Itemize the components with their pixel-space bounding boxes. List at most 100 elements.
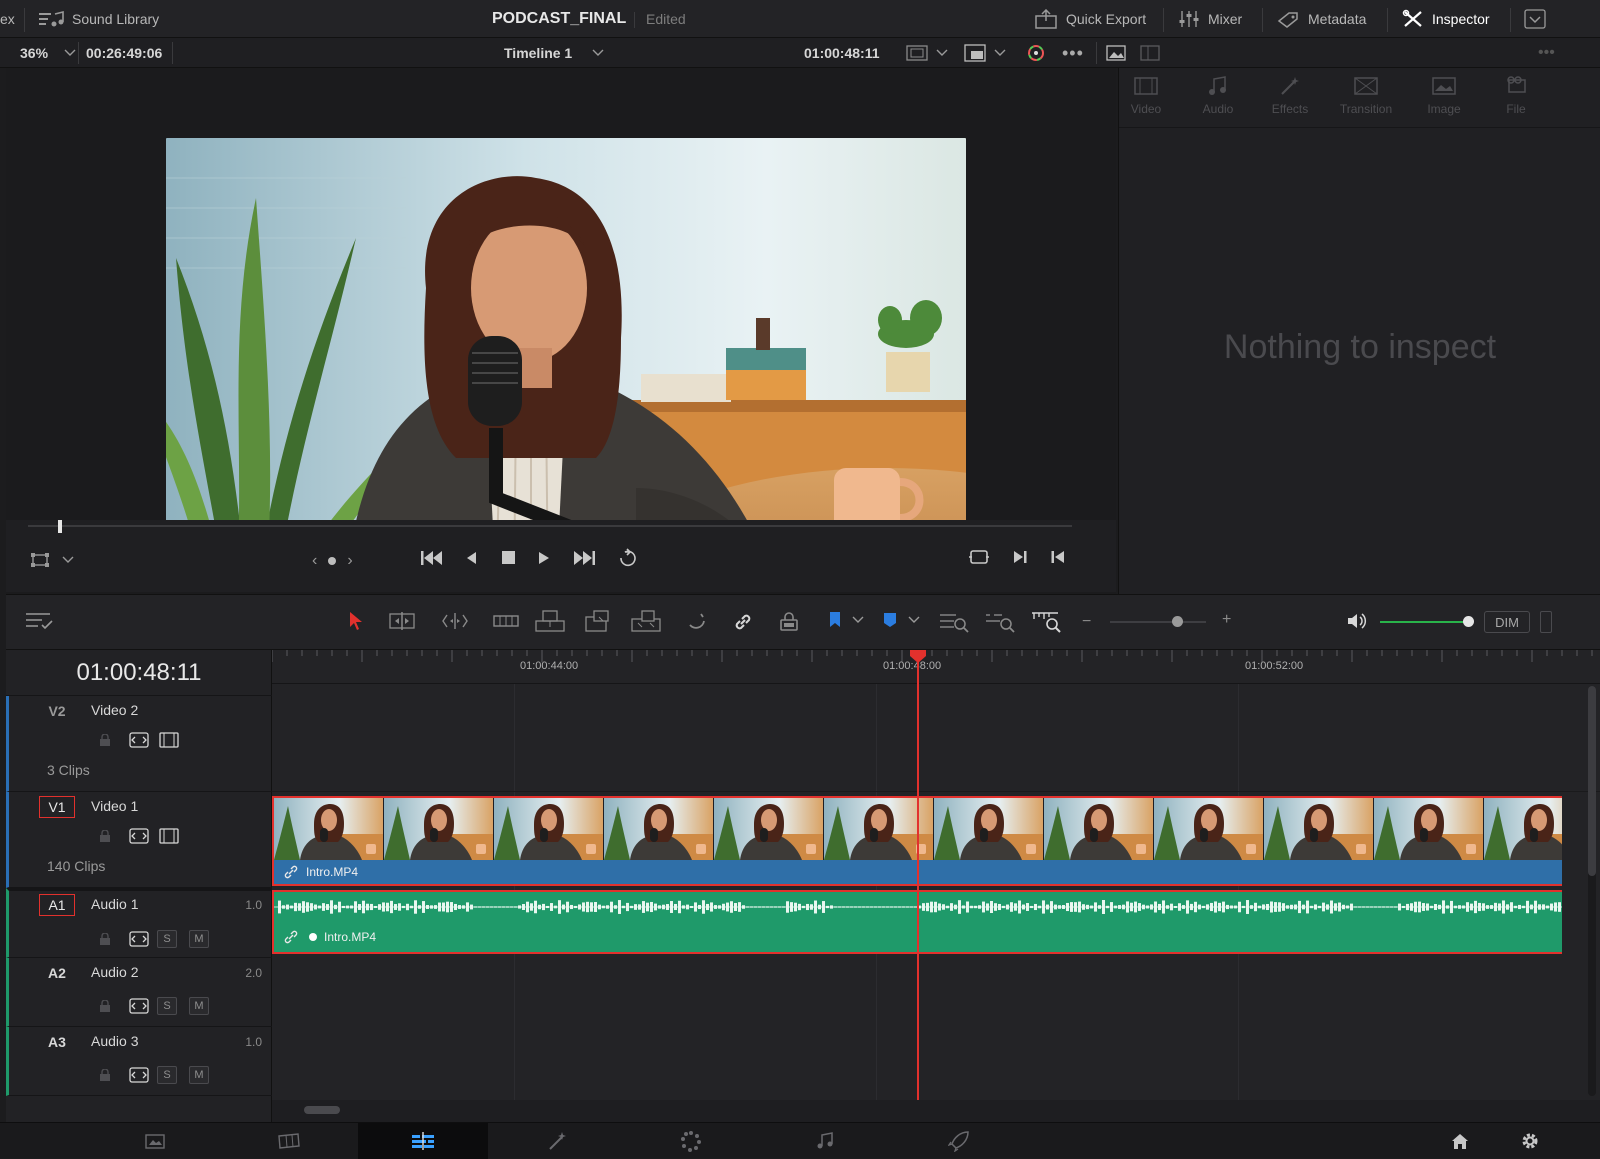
sound-library-button[interactable]: Sound Library — [38, 0, 159, 38]
custom-zoom-icon[interactable] — [1030, 609, 1062, 633]
chevron-down-icon[interactable] — [908, 616, 920, 624]
full-extent-zoom-icon[interactable] — [938, 609, 970, 633]
playback-quality-select[interactable] — [964, 38, 1006, 68]
chevron-down-icon[interactable] — [852, 616, 864, 624]
track-name[interactable]: Audio 1 — [91, 896, 138, 912]
media-page-button[interactable] — [90, 1123, 220, 1159]
inspector-button[interactable]: Inspector — [1402, 0, 1490, 38]
auto-track-select-icon[interactable] — [129, 931, 149, 947]
zoom-select[interactable]: 36% — [20, 38, 76, 68]
position-lock-icon[interactable] — [778, 611, 800, 633]
timeline-ruler[interactable]: 01:00:44:00 01:00:48:00 01:00:52:00 — [272, 650, 1600, 684]
auto-track-select-icon[interactable] — [129, 998, 149, 1014]
track-code[interactable]: A1 — [39, 894, 75, 916]
inspector-tab-audio[interactable]: Audio — [1183, 76, 1253, 132]
marker-icon[interactable] — [882, 611, 898, 629]
zoom-out-button[interactable]: − — [1082, 613, 1091, 631]
inspector-tab-file[interactable]: File — [1481, 76, 1551, 132]
track-name[interactable]: Audio 3 — [91, 1033, 138, 1049]
auto-track-select-icon[interactable] — [129, 1067, 149, 1083]
solo-button[interactable]: S — [157, 997, 177, 1015]
cut-page-button[interactable] — [224, 1123, 354, 1159]
snapping-icon[interactable] — [686, 611, 708, 633]
viewer-more-icon[interactable]: ••• — [1062, 38, 1084, 68]
play-reverse-icon[interactable] — [464, 549, 480, 567]
playhead-handle-icon[interactable] — [909, 650, 927, 664]
flag-icon[interactable] — [828, 611, 842, 629]
edit-page-button[interactable] — [358, 1123, 488, 1159]
play-icon[interactable] — [536, 549, 552, 567]
solo-button[interactable]: S — [157, 1066, 177, 1084]
track-name[interactable]: Audio 2 — [91, 964, 138, 980]
mute-button[interactable]: M — [189, 930, 209, 948]
blade-icon[interactable] — [492, 611, 520, 631]
inspector-tab-effects[interactable]: Effects — [1255, 76, 1325, 132]
split-view-icon[interactable] — [1140, 45, 1160, 61]
jog-left-icon[interactable]: ‹ — [312, 552, 317, 570]
disable-track-icon[interactable] — [159, 732, 179, 748]
lock-icon[interactable] — [99, 1000, 111, 1012]
insert-clip-icon[interactable] — [534, 609, 566, 633]
inspector-more-icon[interactable]: ••• — [1538, 38, 1555, 68]
replace-clip-icon[interactable] — [630, 609, 662, 633]
metadata-button[interactable]: Metadata — [1276, 0, 1366, 38]
fusion-page-button[interactable] — [492, 1123, 622, 1159]
deliver-page-button[interactable] — [894, 1123, 1024, 1159]
zoom-slider-handle[interactable] — [1172, 616, 1183, 627]
zoom-in-button[interactable]: + — [1222, 611, 1231, 629]
track-code[interactable]: V2 — [39, 700, 75, 722]
volume-slider-handle[interactable] — [1463, 616, 1474, 627]
auto-track-select-icon[interactable] — [129, 828, 149, 844]
trim-edit-icon[interactable] — [386, 611, 418, 631]
timeline-select[interactable]: Timeline 1 — [504, 38, 604, 68]
inspector-tab-image[interactable]: Image — [1409, 76, 1479, 132]
fairlight-page-button[interactable] — [760, 1123, 890, 1159]
playhead-line[interactable] — [917, 650, 919, 1100]
image-view-icon[interactable] — [1106, 45, 1126, 61]
track-code[interactable]: A3 — [39, 1031, 75, 1053]
timeline-tracks-area[interactable]: 01:00:44:00 01:00:48:00 01:00:52:00 Intr… — [272, 650, 1600, 1122]
audio-meter-toggle[interactable] — [1540, 611, 1552, 633]
solo-button[interactable]: S — [157, 930, 177, 948]
horizontal-scrollbar[interactable] — [272, 1100, 1600, 1122]
lock-icon[interactable] — [99, 1069, 111, 1081]
color-page-button[interactable] — [626, 1123, 756, 1159]
viewer-size-select[interactable] — [906, 38, 948, 68]
horizontal-scroll-thumb[interactable] — [304, 1106, 340, 1114]
inspector-tab-transition[interactable]: Transition — [1331, 76, 1401, 132]
mixer-button[interactable]: Mixer — [1178, 0, 1242, 38]
scrubber-handle[interactable] — [58, 520, 62, 533]
detail-zoom-icon[interactable] — [984, 609, 1016, 633]
settings-button[interactable] — [1480, 1123, 1580, 1159]
go-to-end-icon[interactable] — [572, 549, 596, 567]
scrubber-track[interactable] — [28, 525, 1072, 527]
vertical-scrollbar[interactable] — [1588, 686, 1596, 1096]
linked-selection-icon[interactable] — [732, 611, 754, 633]
timeline-view-options-icon[interactable] — [24, 611, 54, 631]
loop-icon[interactable] — [616, 548, 640, 568]
color-wheel-button[interactable] — [1026, 38, 1046, 68]
track-name[interactable]: Video 1 — [91, 798, 138, 814]
lock-icon[interactable] — [99, 734, 111, 746]
dynamic-trim-icon[interactable] — [440, 611, 470, 631]
mute-button[interactable]: M — [189, 1066, 209, 1084]
jog-control[interactable]: ‹ › — [312, 552, 353, 570]
overwrite-clip-icon[interactable] — [582, 609, 614, 633]
viewer-transform-select[interactable] — [30, 552, 74, 568]
previous-edit-icon[interactable] — [1050, 548, 1066, 566]
disable-track-icon[interactable] — [159, 828, 179, 844]
zoom-slider-track[interactable] — [1110, 621, 1206, 623]
auto-track-select-icon[interactable] — [129, 732, 149, 748]
panel-menu-button[interactable] — [1524, 0, 1546, 38]
inspector-tab-video[interactable]: Video — [1111, 76, 1181, 132]
selection-arrow-icon[interactable] — [348, 611, 364, 631]
mute-button[interactable]: M — [189, 997, 209, 1015]
dim-button[interactable]: DIM — [1484, 611, 1530, 633]
jog-right-icon[interactable]: › — [347, 552, 352, 570]
match-frame-icon[interactable] — [968, 548, 990, 566]
go-to-start-icon[interactable] — [420, 549, 444, 567]
stop-icon[interactable] — [500, 549, 516, 567]
speaker-icon[interactable] — [1346, 611, 1368, 631]
vertical-scroll-thumb[interactable] — [1588, 686, 1596, 876]
lock-icon[interactable] — [99, 933, 111, 945]
